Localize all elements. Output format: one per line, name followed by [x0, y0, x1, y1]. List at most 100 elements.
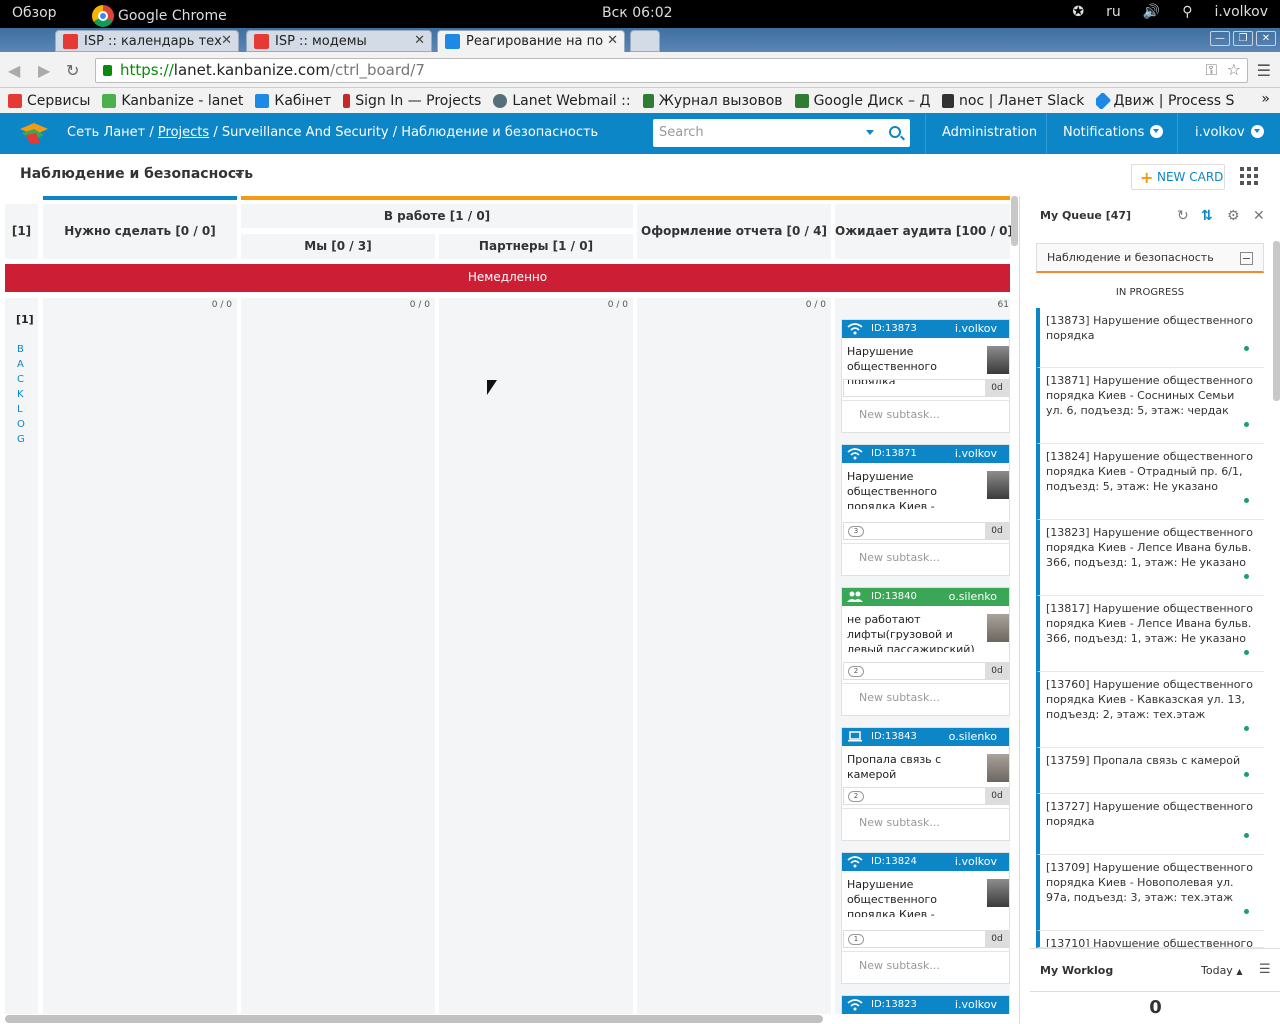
card-owner[interactable]: i.volkov	[955, 855, 997, 868]
task-card[interactable]: ID:13823 i.volkov	[841, 995, 1010, 1014]
queue-board-group[interactable]: Наблюдение и безопасность	[1036, 243, 1264, 273]
task-card[interactable]: ID:13843 o.silenko Пропала связь с камер…	[841, 727, 1010, 841]
tab-close-icon[interactable]: ✕	[221, 33, 232, 48]
task-card[interactable]: ID:13824 i.volkov Нарушение общественног…	[841, 852, 1010, 984]
board-switcher-icon[interactable]	[235, 173, 243, 178]
tab-close-icon[interactable]: ✕	[607, 33, 618, 48]
volume-icon[interactable]: 🔊	[1143, 4, 1160, 20]
card-id[interactable]: ID:13843	[871, 731, 917, 742]
collapse-icon[interactable]	[1240, 252, 1253, 265]
board-vertical-scrollbar[interactable]	[1011, 196, 1018, 246]
queue-item[interactable]: [13824] Нарушение общественного порядка …	[1036, 444, 1264, 520]
search-dropdown-icon[interactable]	[866, 130, 874, 135]
card-title[interactable]: Нарушение общественного порядка Киев - С…	[842, 463, 1009, 509]
star-icon[interactable]: ☆	[1227, 60, 1241, 79]
column-inwork-header[interactable]: В работе [1 / 0]	[241, 204, 633, 228]
sort-icon[interactable]: ⇅	[1201, 208, 1213, 224]
card-id[interactable]: ID:13824	[871, 856, 917, 867]
lane-cell-todo[interactable]: 0 / 0	[43, 298, 237, 1014]
column-audit-header[interactable]: Ожидает аудита [100 / 0]	[835, 204, 1013, 259]
bookmark-item[interactable]: Журнал вызовов	[642, 93, 783, 109]
avatar[interactable]	[987, 471, 1009, 499]
bookmark-item[interactable]: Lanet Webmail ::	[493, 93, 631, 109]
backlog-letter[interactable]: B	[17, 344, 24, 355]
column-partners-header[interactable]: Партнеры [1 / 0]	[439, 234, 633, 259]
bookmark-item[interactable]: Google Диск – Д	[794, 93, 930, 109]
browser-tab-active[interactable]: Реагирование на по ✕	[437, 30, 625, 52]
forward-icon[interactable]: ▶	[38, 61, 50, 80]
bookmark-item[interactable]: Движ | Process S	[1096, 92, 1234, 109]
queue-scrollbar[interactable]	[1273, 241, 1280, 401]
notifications-menu[interactable]: Notifications	[1046, 113, 1176, 154]
column-todo-header[interactable]: Нужно сделать [0 / 0]	[43, 204, 237, 259]
reload-icon[interactable]: ↻	[66, 61, 79, 80]
card-title[interactable]: Нарушение общественного порядка Киев - О…	[842, 871, 1009, 917]
browser-tab[interactable]: ISP :: модемы ✕	[246, 30, 432, 52]
search-icon[interactable]	[889, 126, 901, 138]
backlog-letter[interactable]: O	[17, 419, 25, 430]
avatar[interactable]	[987, 879, 1009, 907]
task-card[interactable]: ID:13840 o.silenko не работают лифты(гру…	[841, 587, 1010, 716]
apps-grid-icon[interactable]	[1240, 167, 1258, 185]
card-title[interactable]: Пропала связь с камерой	[842, 746, 1009, 792]
queue-item[interactable]: [13871] Нарушение общественного порядка …	[1036, 368, 1264, 444]
column-backlog-header[interactable]: [1]	[5, 204, 38, 259]
card-title[interactable]: не работают лифты(грузовой и левый пасса…	[842, 606, 1009, 652]
back-icon[interactable]: ◀	[8, 61, 20, 80]
key-icon[interactable]: ⚿	[1206, 61, 1217, 79]
menu-icon[interactable]: ☰	[1257, 61, 1271, 80]
queue-item[interactable]: [13727] Нарушение общественного порядка	[1036, 794, 1264, 855]
comment-icon[interactable]: 1	[848, 934, 864, 945]
card-id[interactable]: ID:13823	[871, 999, 917, 1010]
queue-item[interactable]: [13823] Нарушение общественного порядка …	[1036, 520, 1264, 596]
queue-item[interactable]: [13709] Нарушение общественного порядка …	[1036, 855, 1264, 931]
comment-icon[interactable]: 3	[848, 526, 864, 537]
card-id[interactable]: ID:13871	[871, 448, 917, 459]
language-indicator[interactable]: ru	[1106, 4, 1121, 20]
backlog-letter[interactable]: G	[17, 434, 25, 445]
board-title[interactable]: Наблюдение и безопасность	[20, 166, 253, 182]
board-horizontal-scrollbar[interactable]	[5, 1015, 823, 1023]
card-owner[interactable]: i.volkov	[955, 322, 997, 335]
backlog-letter[interactable]: K	[17, 389, 24, 400]
card-title[interactable]: Нарушение общественного порядка	[842, 338, 1009, 384]
card-id[interactable]: ID:13873	[871, 323, 917, 334]
lane-cell-report[interactable]: 0 / 0	[637, 298, 831, 1014]
new-subtask-input[interactable]: New subtask...	[859, 816, 940, 829]
comment-icon[interactable]: 2	[848, 791, 864, 802]
queue-item[interactable]: [13817] Нарушение общественного порядка …	[1036, 596, 1264, 672]
avatar[interactable]	[987, 754, 1009, 782]
task-card[interactable]: ID:13873 i.volkov Нарушение общественног…	[841, 319, 1010, 433]
column-we-header[interactable]: Мы [0 / 3]	[241, 234, 435, 259]
card-id[interactable]: ID:13840	[871, 591, 917, 602]
network-icon[interactable]: ⚲	[1182, 4, 1192, 20]
address-bar[interactable]: https://lanet.kanbanize.com/ctrl_board/7…	[95, 58, 1248, 83]
browser-tab[interactable]: ISP :: календарь тех ✕	[55, 30, 239, 52]
user-menu[interactable]: i.volkov	[1177, 113, 1280, 154]
column-report-header[interactable]: Оформление отчета [0 / 4]	[637, 204, 831, 259]
clock[interactable]: Вск 06:02	[602, 5, 673, 21]
new-subtask-input[interactable]: New subtask...	[859, 408, 940, 421]
queue-item[interactable]: [13760] Нарушение общественного порядка …	[1036, 672, 1264, 748]
refresh-icon[interactable]: ↻	[1177, 208, 1189, 224]
avatar[interactable]	[987, 346, 1009, 374]
bookmark-item[interactable]: Sign In — Projects	[343, 93, 481, 109]
backlog-letter[interactable]: A	[17, 359, 24, 370]
bookmark-item[interactable]: noc | Ланет Slack	[942, 93, 1084, 109]
queue-item[interactable]: [13710] Нарушение общественного	[1036, 931, 1264, 948]
task-card[interactable]: ID:13871 i.volkov Нарушение общественног…	[841, 444, 1010, 576]
list-icon[interactable]: ☰	[1259, 962, 1271, 977]
bookmark-item[interactable]: Кабінет	[255, 93, 331, 109]
close-icon[interactable]: ✕	[1253, 208, 1265, 224]
accessibility-icon[interactable]: ✪	[1072, 4, 1084, 20]
breadcrumb-projects-link[interactable]: Projects	[158, 125, 209, 140]
new-subtask-input[interactable]: New subtask...	[859, 959, 940, 972]
minimize-icon[interactable]: —	[1210, 31, 1230, 46]
backlog-letter[interactable]: L	[17, 404, 23, 415]
administration-link[interactable]: Administration	[925, 113, 1037, 154]
tab-close-icon[interactable]: ✕	[414, 33, 425, 48]
avatar[interactable]	[987, 614, 1009, 642]
card-owner[interactable]: i.volkov	[955, 998, 997, 1011]
lane-cell-we[interactable]: 0 / 0	[241, 298, 435, 1014]
app-menu[interactable]: Google Chrome	[92, 5, 227, 27]
